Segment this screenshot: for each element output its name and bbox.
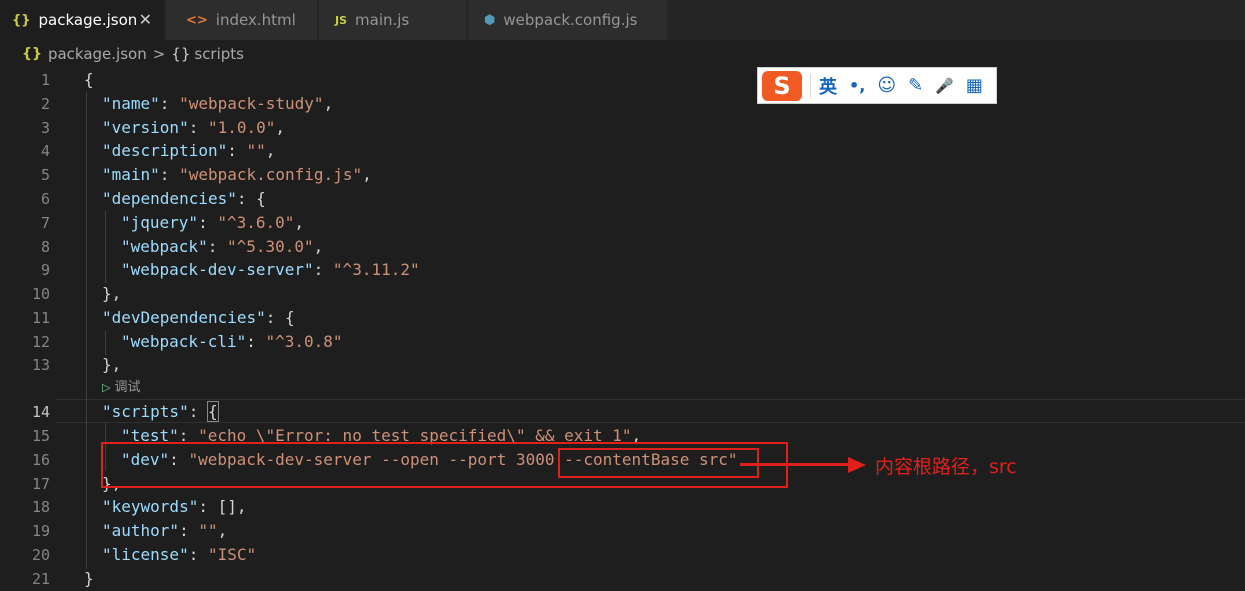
annotation-text: 内容根路径，src: [875, 456, 1017, 478]
code-line: "name": "webpack-study",: [102, 94, 334, 113]
current-line-highlight: [56, 399, 1245, 423]
code-line: "main": "webpack.config.js",: [102, 165, 372, 184]
mic-icon[interactable]: 🎤: [935, 77, 954, 95]
grid-icon[interactable]: ▦: [966, 75, 983, 96]
line-number: 2: [40, 95, 50, 113]
code-line: "webpack-dev-server": "^3.11.2": [121, 260, 420, 279]
line-number: 1: [40, 71, 50, 89]
breadcrumb-separator: >: [152, 45, 166, 63]
line-number: 16: [31, 451, 50, 469]
code-line: "dependencies": {: [102, 189, 266, 208]
line-number: 14: [31, 403, 50, 421]
code-editor[interactable]: 1 2 3 4 5 6 7 8 9 10 11 12 13 14 15 16 1…: [0, 68, 1245, 588]
line-number: 8: [40, 238, 50, 256]
emoji-icon[interactable]: ☺: [877, 75, 896, 96]
js-icon: JS: [335, 13, 348, 27]
tab-index-html[interactable]: <> index.html: [166, 0, 318, 40]
annotation-arrow-line: [740, 463, 852, 466]
json-braces-icon: {}: [22, 46, 42, 62]
divider: [810, 73, 811, 98]
line-number: 19: [31, 522, 50, 540]
code-line: {: [84, 70, 94, 89]
code-line: "jquery": "^3.6.0",: [121, 213, 305, 232]
pen-icon[interactable]: ✎: [908, 75, 923, 96]
ime-lang-toggle[interactable]: 英: [819, 73, 837, 99]
annotation-inner-box: [558, 448, 759, 478]
code-line: "license": "ISC": [102, 545, 257, 564]
line-number: 7: [40, 214, 50, 232]
indent-guide: [86, 92, 87, 569]
code-line: "webpack": "^5.30.0",: [121, 237, 324, 256]
breadcrumb-symbol[interactable]: scripts: [194, 45, 244, 63]
sogou-logo-icon[interactable]: S: [762, 70, 802, 101]
line-number: 18: [31, 498, 50, 516]
tab-package-json[interactable]: {} package.json ✕: [0, 0, 165, 40]
ime-toolbar: S 英 •, ☺ ✎ 🎤 ▦: [757, 67, 997, 104]
close-icon[interactable]: ✕: [139, 10, 152, 29]
code-line: "webpack-cli": "^3.0.8": [121, 332, 343, 351]
line-number: 12: [31, 333, 50, 351]
code-line: "description": "",: [102, 141, 276, 160]
line-number: 5: [40, 166, 50, 184]
tab-label: webpack.config.js: [503, 11, 638, 29]
tab-main-js[interactable]: JS main.js: [319, 0, 467, 40]
line-number: 10: [31, 285, 50, 303]
code-line: },: [102, 355, 122, 374]
play-icon: ▷: [102, 381, 111, 394]
line-number: 20: [31, 546, 50, 564]
line-number: 6: [40, 190, 50, 208]
line-number: 17: [31, 475, 50, 493]
code-line: "keywords": [],: [102, 497, 247, 516]
arrow-right-icon: [848, 457, 866, 473]
tab-label: index.html: [215, 11, 296, 29]
line-number: 9: [40, 261, 50, 279]
breadcrumb-file[interactable]: package.json: [48, 45, 147, 63]
webpack-cube-icon: ⬢: [484, 12, 496, 28]
html-icon: <>: [186, 12, 208, 28]
tab-bar: {} package.json ✕ <> index.html JS main.…: [0, 0, 1245, 40]
code-line: "devDependencies": {: [102, 308, 295, 327]
line-number: 13: [31, 356, 50, 374]
symbol-braces-icon: {}: [171, 45, 191, 63]
line-number: 4: [40, 142, 50, 160]
line-number: 11: [31, 309, 50, 327]
code-line: "author": "",: [102, 521, 228, 540]
debug-codelens[interactable]: ▷ 调试: [102, 378, 140, 398]
tab-label: main.js: [355, 11, 410, 29]
code-line: "scripts": {: [102, 401, 219, 422]
indent-guide: [105, 211, 106, 283]
line-number: 3: [40, 119, 50, 137]
line-number: 21: [31, 570, 50, 588]
line-number: 15: [31, 427, 50, 445]
code-line: },: [102, 284, 122, 303]
tab-webpack-config[interactable]: ⬢ webpack.config.js: [468, 0, 668, 40]
code-line: "version": "1.0.0",: [102, 118, 286, 137]
tab-label: package.json: [38, 11, 138, 29]
code-line: }: [84, 569, 94, 588]
indent-guide: [105, 331, 106, 355]
json-braces-icon: {}: [12, 12, 31, 28]
ime-punct-toggle[interactable]: •,: [849, 76, 865, 95]
breadcrumb: {} package.json > {} scripts: [0, 40, 1245, 68]
